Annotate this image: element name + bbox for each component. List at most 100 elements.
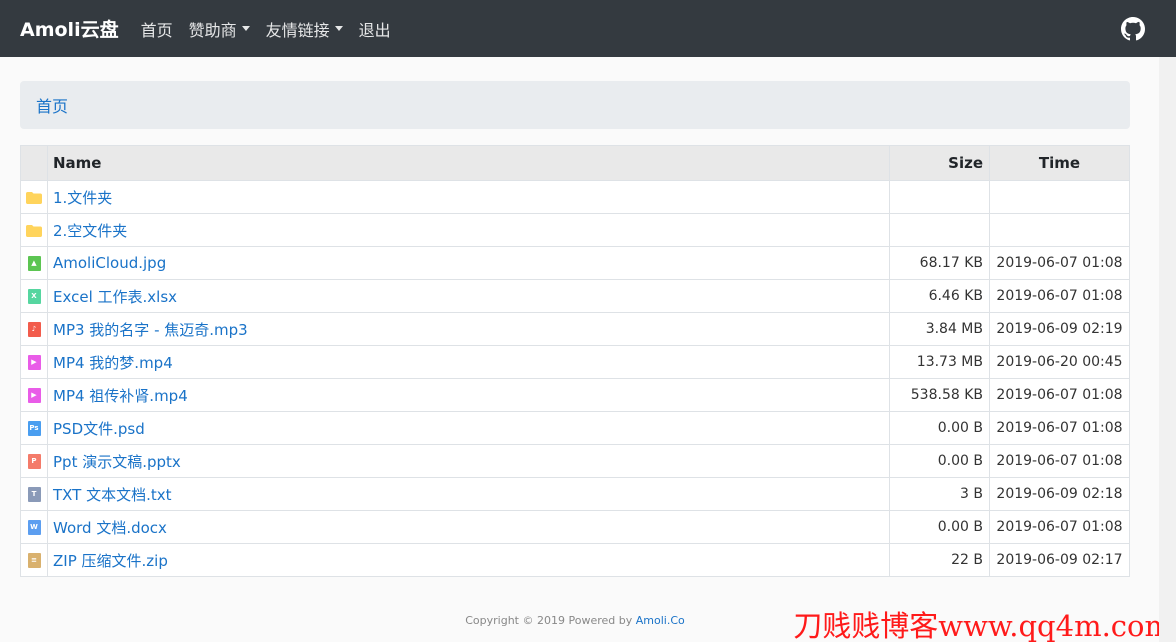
table-row[interactable]: Ps PSD文件.psd 0.00 B 2019-06-07 01:08 — [20, 411, 1130, 445]
file-size: 3 B — [889, 477, 990, 511]
file-name-cell: MP3 我的名字 - 焦迈奇.mp3 — [47, 312, 890, 346]
file-link[interactable]: Excel 工作表.xlsx — [53, 288, 177, 306]
navbar: Amoli云盘 首页 赞助商 友情链接 退出 — [0, 0, 1176, 57]
caret-down-icon — [334, 26, 343, 31]
file-link[interactable]: Ppt 演示文稿.pptx — [53, 453, 181, 471]
file-icon-cell: X — [20, 279, 48, 313]
breadcrumb-home-link[interactable]: 首页 — [36, 93, 68, 117]
table-row[interactable]: ≡ ZIP 压缩文件.zip 22 B 2019-06-09 02:17 — [20, 543, 1130, 577]
file-name-cell: MP4 祖传补肾.mp4 — [47, 378, 890, 412]
ppt-file-icon: P — [27, 454, 41, 469]
file-size: 68.17 KB — [889, 246, 990, 280]
file-link[interactable]: TXT 文本文档.txt — [53, 486, 172, 504]
file-link[interactable]: MP4 我的梦.mp4 — [53, 354, 173, 372]
file-name-cell: PSD文件.psd — [47, 411, 890, 445]
nav-links-dropdown[interactable]: 友情链接 — [266, 17, 343, 41]
file-size: 0.00 B — [889, 510, 990, 544]
file-icon-cell: ▶ — [20, 378, 48, 412]
nav-logout[interactable]: 退出 — [359, 17, 391, 41]
file-time: 2019-06-09 02:19 — [989, 312, 1130, 346]
nav-home[interactable]: 首页 — [141, 17, 173, 41]
file-name-cell: ZIP 压缩文件.zip — [47, 543, 890, 577]
footer-copyright: Copyright © 2019 Powered by — [465, 614, 636, 627]
file-size: 3.84 MB — [889, 312, 990, 346]
file-link[interactable]: ZIP 压缩文件.zip — [53, 552, 168, 570]
file-link[interactable]: Word 文档.docx — [53, 519, 167, 537]
file-time: 2019-06-07 01:08 — [989, 279, 1130, 313]
table-header-row: Name Size Time — [20, 145, 1130, 181]
file-link[interactable]: PSD文件.psd — [53, 420, 145, 438]
txt-file-icon: T — [27, 487, 41, 502]
file-name-cell: MP4 我的梦.mp4 — [47, 345, 890, 379]
header-name[interactable]: Name — [47, 145, 890, 181]
file-icon-cell: ♪ — [20, 312, 48, 346]
excel-file-icon: X — [27, 289, 41, 304]
file-name-cell: Ppt 演示文稿.pptx — [47, 444, 890, 478]
word-file-icon: W — [27, 520, 41, 535]
file-link[interactable]: MP3 我的名字 - 焦迈奇.mp3 — [53, 321, 248, 339]
psd-file-icon: Ps — [27, 421, 41, 436]
file-table: Name Size Time 1.文件夹 2.空文件夹 ▲ AmoliCloud.jp… — [20, 145, 1130, 577]
zip-file-icon: ≡ — [27, 553, 41, 568]
file-link[interactable]: 2.空文件夹 — [53, 222, 127, 240]
nav-sponsors-dropdown[interactable]: 赞助商 — [189, 17, 250, 41]
file-time: 2019-06-07 01:08 — [989, 411, 1130, 445]
file-icon-cell: W — [20, 510, 48, 544]
file-time: 2019-06-07 01:08 — [989, 246, 1130, 280]
file-time — [989, 213, 1130, 247]
header-size[interactable]: Size — [889, 145, 990, 181]
file-time: 2019-06-07 01:08 — [989, 510, 1130, 544]
file-time: 2019-06-07 01:08 — [989, 378, 1130, 412]
file-name-cell: TXT 文本文档.txt — [47, 477, 890, 511]
file-icon-cell: T — [20, 477, 48, 511]
scrollbar[interactable] — [1159, 57, 1176, 642]
file-size: 538.58 KB — [889, 378, 990, 412]
file-name-cell: AmoliCloud.jpg — [47, 246, 890, 280]
file-name-cell: Excel 工作表.xlsx — [47, 279, 890, 313]
table-row[interactable]: 2.空文件夹 — [20, 213, 1130, 247]
file-size — [889, 180, 990, 214]
file-size: 0.00 B — [889, 444, 990, 478]
file-name-cell: 1.文件夹 — [47, 180, 890, 214]
file-icon-cell: P — [20, 444, 48, 478]
file-icon-cell: ≡ — [20, 543, 48, 577]
file-size: 22 B — [889, 543, 990, 577]
file-time: 2019-06-09 02:18 — [989, 477, 1130, 511]
file-link[interactable]: 1.文件夹 — [53, 189, 112, 207]
table-row[interactable]: ♪ MP3 我的名字 - 焦迈奇.mp3 3.84 MB 2019-06-09 02:… — [20, 312, 1130, 346]
table-row[interactable]: W Word 文档.docx 0.00 B 2019-06-07 01:08 — [20, 510, 1130, 544]
image-file-icon: ▲ — [27, 256, 41, 271]
file-link[interactable]: MP4 祖传补肾.mp4 — [53, 387, 188, 405]
file-name-cell: Word 文档.docx — [47, 510, 890, 544]
nav-home-label: 首页 — [140, 20, 173, 40]
header-time[interactable]: Time — [989, 145, 1130, 181]
file-size: 0.00 B — [889, 411, 990, 445]
file-name-cell: 2.空文件夹 — [47, 213, 890, 247]
file-icon-cell: ▶ — [20, 345, 48, 379]
github-icon[interactable] — [1121, 16, 1145, 41]
header-icon-cell — [20, 145, 48, 181]
file-list: 1.文件夹 2.空文件夹 ▲ AmoliCloud.jpg 68.17 KB 2019-0… — [20, 180, 1130, 577]
file-link[interactable]: AmoliCloud.jpg — [53, 254, 166, 272]
file-size: 6.46 KB — [889, 279, 990, 313]
video-file-icon: ▶ — [27, 355, 41, 370]
caret-down-icon — [241, 26, 250, 31]
video-file-icon: ▶ — [27, 388, 41, 403]
watermark: 刀贱贱博客www.qq4m.com — [793, 609, 1172, 642]
brand-logo[interactable]: Amoli云盘 — [20, 15, 119, 42]
table-row[interactable]: ▲ AmoliCloud.jpg 68.17 KB 2019-06-07 01:08 — [20, 246, 1130, 280]
file-time: 2019-06-20 00:45 — [989, 345, 1130, 379]
table-row[interactable]: X Excel 工作表.xlsx 6.46 KB 2019-06-07 01:08 — [20, 279, 1130, 313]
nav-logout-label: 退出 — [358, 20, 391, 40]
breadcrumb: 首页 — [20, 81, 1130, 129]
table-row[interactable]: 1.文件夹 — [20, 180, 1130, 214]
table-row[interactable]: ▶ MP4 我的梦.mp4 13.73 MB 2019-06-20 00:45 — [20, 345, 1130, 379]
file-time — [989, 180, 1130, 214]
footer-link[interactable]: Amoli.Co — [636, 614, 685, 627]
table-row[interactable]: ▶ MP4 祖传补肾.mp4 538.58 KB 2019-06-07 01:08 — [20, 378, 1130, 412]
file-size — [889, 213, 990, 247]
file-time: 2019-06-07 01:08 — [989, 444, 1130, 478]
table-row[interactable]: T TXT 文本文档.txt 3 B 2019-06-09 02:18 — [20, 477, 1130, 511]
table-row[interactable]: P Ppt 演示文稿.pptx 0.00 B 2019-06-07 01:08 — [20, 444, 1130, 478]
file-icon-cell — [20, 213, 48, 247]
